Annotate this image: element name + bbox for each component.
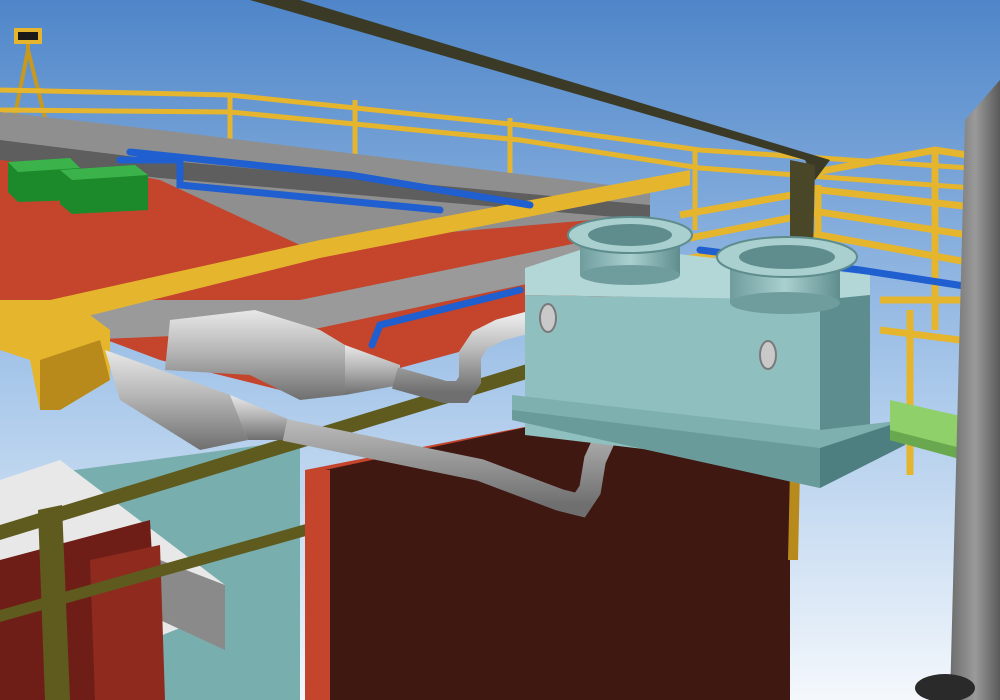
round-flange-outlet-right <box>716 236 858 314</box>
round-flange-outlet-left <box>567 216 693 285</box>
red-vessel-right-column <box>788 470 800 560</box>
red-vessel-edge <box>305 470 330 700</box>
plant-model-render <box>0 0 1000 700</box>
